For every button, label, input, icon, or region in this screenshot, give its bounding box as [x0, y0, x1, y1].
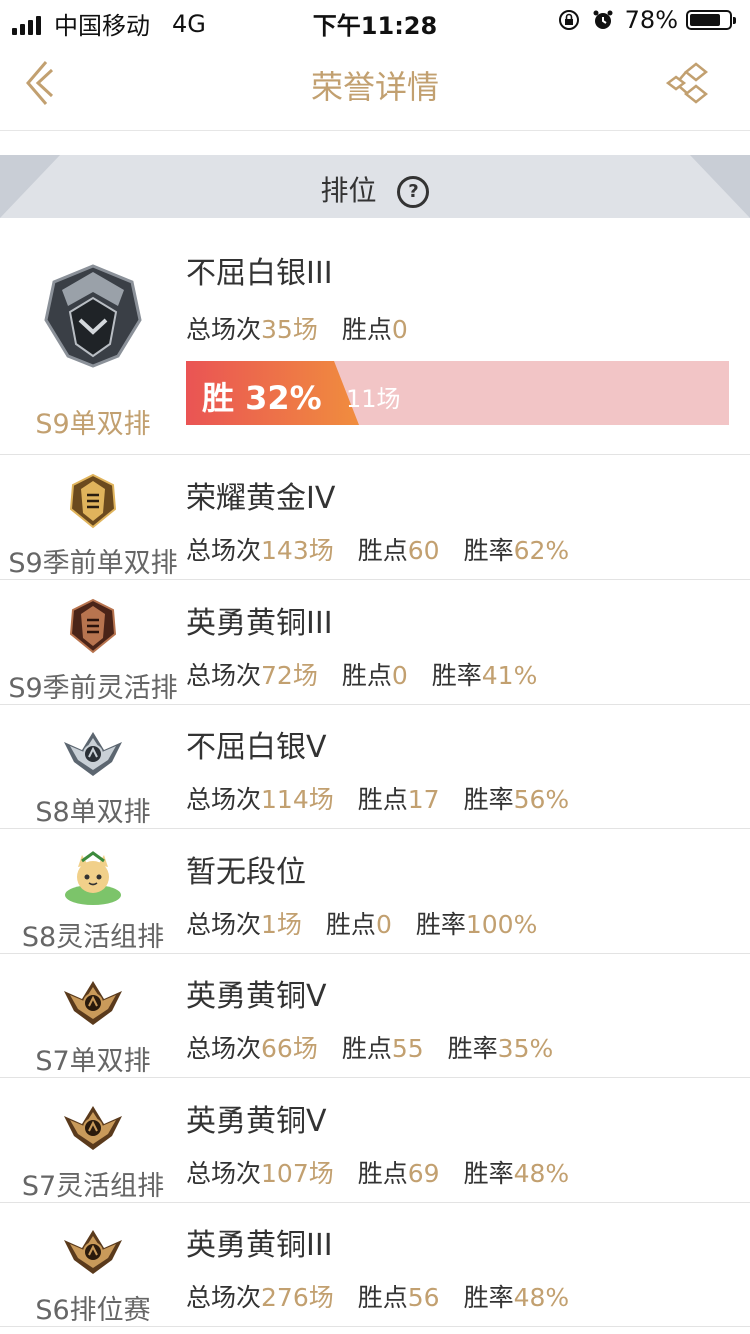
row-stats: 总场次66场 胜点55 胜率35%: [186, 1029, 553, 1065]
section-header-ranked: 排位 ?: [0, 155, 750, 218]
points-label: 胜点: [341, 1034, 392, 1063]
games-value: 107场: [261, 1159, 334, 1188]
status-bar: 中国移动 4G 下午11:28 78%: [0, 0, 750, 40]
rank-emblem-icon: [67, 473, 119, 533]
rate-label: 胜率: [463, 536, 514, 565]
points-label: 胜点: [341, 661, 392, 690]
row-stats: 总场次107场 胜点69 胜率48%: [186, 1154, 569, 1190]
rate-label: 胜率: [447, 1034, 498, 1063]
rate-label: 胜率: [415, 910, 466, 939]
history-row[interactable]: S8灵活组排 暂无段位总场次1场 胜点0 胜率100%: [0, 829, 750, 954]
points-label: 胜点: [357, 536, 408, 565]
rate-label: 胜率: [463, 1159, 514, 1188]
points-value: 0: [391, 661, 408, 690]
tier-name: 英勇黄铜III: [186, 1228, 333, 1263]
history-row[interactable]: S9季前单双排 荣耀黄金IV 总场次143场 胜点60 胜率62%: [0, 455, 750, 580]
points-value: 55: [391, 1034, 424, 1063]
rate-value: 35%: [497, 1034, 554, 1063]
tier-name: 暂无段位: [186, 855, 306, 890]
games-value: 66场: [261, 1034, 318, 1063]
games-label: 总场次: [186, 1034, 262, 1063]
silver-rank-emblem-icon: [44, 264, 142, 368]
queue-name: S9季前灵活排: [8, 673, 178, 704]
row-stats: 总场次143场 胜点60 胜率62%: [186, 531, 569, 567]
page-title: 荣誉详情: [310, 68, 439, 106]
tier-name: 荣耀黄金IV: [186, 481, 336, 516]
rate-label: 胜率: [463, 1283, 514, 1312]
battery-percent: 78%: [624, 6, 678, 34]
games-value: 143场: [261, 536, 334, 565]
row-stats: 总场次114场 胜点17 胜率56%: [186, 780, 569, 816]
points-value: 56: [407, 1283, 440, 1312]
points-label: 胜点: [357, 1283, 408, 1312]
games-label: 总场次: [186, 1159, 262, 1188]
current-stats: 总场次35场 胜点0: [186, 310, 408, 346]
points-label: 胜点: [357, 1159, 408, 1188]
tier-name: 英勇黄铜V: [186, 979, 327, 1014]
history-row[interactable]: S7单双排 英勇黄铜V 总场次66场 胜点55 胜率35%: [0, 953, 750, 1078]
points-label: 胜点: [341, 315, 392, 344]
history-row[interactable]: S6排位赛 英勇黄铜III 总场次276场 胜点56 胜率48%: [0, 1202, 750, 1327]
games-value: 35场: [261, 315, 318, 344]
win-rate-label: 胜 32%: [202, 379, 322, 417]
tier-name: 英勇黄铜V: [186, 1104, 327, 1139]
rate-value: 48%: [513, 1159, 570, 1188]
tier-name: 不屈白银V: [186, 730, 327, 765]
rotation-lock-icon: [558, 10, 579, 30]
rank-emblem-icon: [62, 971, 124, 1031]
help-icon[interactable]: ?: [397, 176, 430, 208]
rank-emblem-icon: [62, 847, 124, 913]
games-value: 114场: [261, 785, 334, 814]
rank-emblem-icon: [62, 1096, 124, 1156]
queue-name: S9单双排: [35, 409, 151, 440]
tier-name: 英勇黄铜III: [186, 606, 333, 641]
queue-name: S7灵活组排: [21, 1171, 165, 1202]
rank-emblem-icon: [62, 722, 124, 782]
alarm-icon: [593, 10, 613, 29]
history-row[interactable]: S8单双排 不屈白银V 总场次114场 胜点17 胜率56%: [0, 704, 750, 829]
rate-value: 56%: [513, 785, 570, 814]
points-label: 胜点: [325, 910, 376, 939]
share-icon[interactable]: [666, 60, 710, 106]
history-row[interactable]: S9季前灵活排 英勇黄铜III 总场次72场 胜点0 胜率41%: [0, 580, 750, 705]
points-value: 0: [375, 910, 392, 939]
win-rate-bar: 胜 32% 11场: [186, 361, 729, 425]
queue-name: S6排位赛: [35, 1295, 151, 1326]
games-label: 总场次: [186, 661, 262, 690]
rate-value: 48%: [513, 1283, 570, 1312]
points-value: 0: [391, 315, 408, 344]
games-label: 总场次: [186, 536, 262, 565]
points-value: 60: [407, 536, 440, 565]
battery-icon: [686, 10, 736, 30]
history-row[interactable]: S7灵活组排 英勇黄铜V 总场次107场 胜点69 胜率48%: [0, 1078, 750, 1203]
points-value: 17: [407, 785, 440, 814]
queue-name: S9季前单双排: [8, 548, 178, 579]
rate-value: 100%: [465, 910, 538, 939]
rate-value: 62%: [513, 536, 570, 565]
row-stats: 总场次276场 胜点56 胜率48%: [186, 1278, 569, 1314]
queue-name: S8灵活组排: [21, 922, 165, 953]
row-stats: 总场次72场 胜点0 胜率41%: [186, 656, 537, 692]
games-label: 总场次: [186, 910, 262, 939]
rank-emblem-icon: [62, 1220, 124, 1280]
queue-name: S8单双排: [35, 797, 151, 828]
games-value: 1场: [261, 910, 302, 939]
games-label: 总场次: [186, 785, 262, 814]
row-stats: 总场次1场 胜点0 胜率100%: [186, 905, 537, 941]
games-value: 276场: [261, 1283, 334, 1312]
win-games-label: 11场: [346, 385, 401, 413]
games-label: 总场次: [186, 315, 262, 344]
section-title: 排位: [320, 174, 377, 207]
games-label: 总场次: [186, 1283, 262, 1312]
tier-name: 不屈白银III: [186, 256, 333, 291]
rate-label: 胜率: [431, 661, 482, 690]
rate-value: 41%: [481, 661, 538, 690]
points-label: 胜点: [357, 785, 408, 814]
queue-name: S7单双排: [35, 1046, 151, 1077]
points-value: 69: [407, 1159, 440, 1188]
games-value: 72场: [261, 661, 318, 690]
rank-emblem-icon: [67, 598, 119, 658]
navigation-bar: 荣誉详情: [0, 40, 750, 131]
rate-label: 胜率: [463, 785, 514, 814]
